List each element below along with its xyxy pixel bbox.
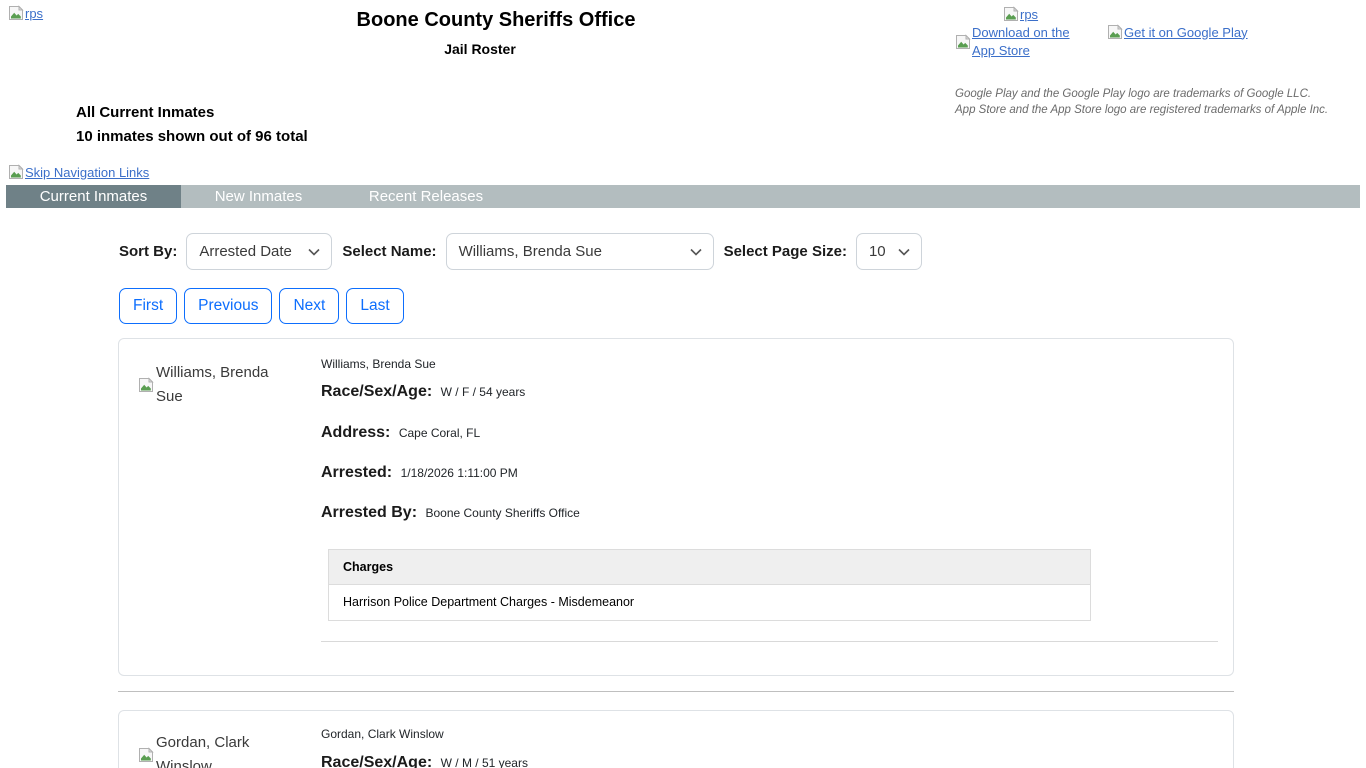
page-size-selected-value: 10: [868, 243, 886, 260]
roster-summary: All Current Inmates 10 inmates shown out…: [76, 101, 308, 149]
charges-table: Charges Harrison Police Department Charg…: [328, 549, 1091, 621]
inmate-photo-alt-text: Williams, Brenda Sue: [156, 364, 269, 405]
card-divider: [321, 641, 1218, 642]
select-name-selected-value: Williams, Brenda Sue: [458, 243, 602, 260]
address-value: Cape Coral, FL: [398, 426, 481, 440]
first-page-button[interactable]: First: [119, 288, 178, 324]
app-store-link-label: Download on the App Store: [972, 25, 1070, 58]
broken-image-icon: [1108, 24, 1123, 39]
chevron-down-icon: [898, 248, 910, 256]
sort-by-label: Sort By:: [119, 243, 178, 260]
trademark-notice: Google Play and the Google Play logo are…: [955, 86, 1328, 118]
google-play-link-label: Get it on Google Play: [1124, 24, 1248, 40]
page-size-select[interactable]: 10: [855, 233, 922, 270]
broken-image-icon: [139, 377, 154, 392]
rps-app-link[interactable]: rps: [1003, 6, 1038, 22]
trademark-line-google: Google Play and the Google Play logo are…: [955, 88, 1312, 100]
chevron-down-icon: [308, 248, 320, 256]
app-store-link[interactable]: Download on the App Store: [955, 24, 1093, 60]
inmate-card: Gordan, Clark Winslow Gordan, Clark Wins…: [118, 710, 1234, 768]
address-row: Address: Cape Coral, FL: [321, 424, 480, 442]
arrested-by-label: Arrested By:: [321, 504, 418, 521]
race-sex-age-row: Race/Sex/Age: W / F / 54 years: [321, 383, 525, 401]
previous-page-button[interactable]: Previous: [184, 288, 273, 324]
jail-roster-page: rps Boone County Sheriffs Office Jail Ro…: [0, 0, 1366, 768]
page-title: Boone County Sheriffs Office: [356, 9, 636, 31]
sort-by-select[interactable]: Arrested Date: [186, 233, 333, 270]
page-subtitle: Jail Roster: [444, 41, 516, 57]
tab-new-inmates[interactable]: New Inmates: [181, 185, 336, 208]
roster-controls: Sort By: Arrested Date Select Name: Will…: [119, 233, 922, 270]
race-sex-age-value: W / F / 54 years: [440, 385, 526, 399]
race-sex-age-value: W / M / 51 years: [440, 756, 528, 768]
skip-navigation-link-label: Skip Navigation Links: [25, 164, 150, 180]
inmate-name: Gordan, Clark Winslow: [321, 727, 444, 741]
page-size-label: Select Page Size:: [723, 243, 847, 260]
arrested-by-row: Arrested By: Boone County Sheriffs Offic…: [321, 504, 580, 522]
roster-summary-heading: All Current Inmates: [76, 104, 215, 121]
broken-image-icon: [139, 747, 154, 762]
skip-navigation-link[interactable]: Skip Navigation Links: [8, 164, 149, 180]
charge-row: Harrison Police Department Charges - Mis…: [329, 585, 1090, 620]
select-name-label: Select Name:: [342, 243, 437, 260]
broken-image-icon: [9, 164, 24, 179]
broken-image-icon: [1004, 6, 1019, 21]
inmate-photo-alt-text: Gordan, Clark Winslow: [156, 734, 250, 768]
arrested-value: 1/18/2026 1:11:00 PM: [400, 466, 518, 480]
card-separator: [118, 691, 1234, 692]
select-name-select[interactable]: Williams, Brenda Sue: [445, 233, 714, 270]
arrested-row: Arrested: 1/18/2026 1:11:00 PM: [321, 464, 518, 482]
tab-recent-releases[interactable]: Recent Releases: [336, 185, 516, 208]
inmate-photo-placeholder: Williams, Brenda Sue: [138, 361, 298, 409]
broken-image-icon: [956, 34, 971, 49]
trademark-line-apple: App Store and the App Store logo are reg…: [955, 104, 1329, 116]
tab-current-inmates[interactable]: Current Inmates: [6, 185, 181, 208]
arrested-by-value: Boone County Sheriffs Office: [425, 506, 580, 520]
inmate-card: Williams, Brenda Sue Williams, Brenda Su…: [118, 338, 1234, 676]
race-sex-age-row: Race/Sex/Age: W / M / 51 years: [321, 754, 528, 768]
chevron-down-icon: [689, 248, 702, 256]
last-page-button[interactable]: Last: [346, 288, 404, 324]
inmate-photo-placeholder: Gordan, Clark Winslow: [138, 731, 298, 768]
google-play-link[interactable]: Get it on Google Play: [1107, 24, 1248, 40]
race-sex-age-label: Race/Sex/Age:: [321, 383, 433, 400]
arrested-label: Arrested:: [321, 464, 393, 481]
charges-table-header: Charges: [329, 550, 1090, 585]
next-page-button[interactable]: Next: [279, 288, 340, 324]
inmate-name: Williams, Brenda Sue: [321, 357, 436, 371]
tab-bar: Current Inmates New Inmates Recent Relea…: [6, 185, 1360, 208]
race-sex-age-label: Race/Sex/Age:: [321, 754, 433, 768]
rps-app-link-label: rps: [1020, 6, 1039, 22]
sort-by-selected-value: Arrested Date: [199, 243, 292, 260]
address-label: Address:: [321, 424, 391, 441]
roster-summary-count: 10 inmates shown out of 96 total: [76, 128, 308, 145]
pagination: First Previous Next Last: [119, 288, 404, 324]
